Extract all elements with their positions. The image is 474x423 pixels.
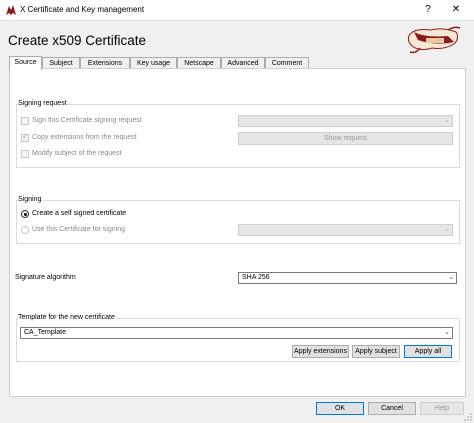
template-title: Template for the new certificate	[18, 314, 115, 321]
self-signed-label: Create a self signed certificate	[32, 210, 127, 217]
app-logo-icon	[6, 5, 16, 15]
signing-title: Signing	[18, 196, 42, 203]
tab-source[interactable]: Source	[9, 56, 42, 70]
help-titlebar-button[interactable]: ?	[414, 0, 442, 20]
scroll-logo-icon	[407, 26, 461, 54]
signing-request-select[interactable]: ⌄	[238, 115, 453, 127]
help-button[interactable]: Help	[420, 402, 464, 415]
template-value: CA_Template	[24, 329, 67, 336]
signature-algorithm-select[interactable]: SHA 256 ⌄	[238, 272, 457, 284]
checkmark-icon: ✓	[22, 132, 29, 141]
chevron-down-icon: ⌄	[448, 274, 454, 281]
close-icon: ✕	[451, 4, 461, 15]
signing-certificate-select[interactable]: ⌄	[238, 224, 453, 236]
page-title: Create x509 Certificate	[8, 33, 147, 48]
apply-extensions-button[interactable]: Apply extensions	[292, 345, 349, 358]
ok-button[interactable]: OK	[316, 402, 364, 415]
use-certificate-radio[interactable]	[21, 226, 29, 234]
copy-extensions-checkbox[interactable]: ✓	[21, 132, 29, 142]
radio-selected-dot	[23, 212, 27, 216]
template-select[interactable]: CA_Template ⌄	[20, 327, 453, 339]
show-request-button[interactable]: Show request	[238, 132, 453, 145]
chevron-down-icon: ⌄	[444, 329, 450, 336]
window-title: X Certificate and Key management	[20, 5, 145, 14]
signing-group	[16, 200, 460, 244]
chevron-down-icon: ⌄	[444, 226, 450, 233]
copy-extensions-label: Copy extensions from the request	[32, 134, 137, 141]
signing-request-title: Signing request	[18, 100, 67, 107]
close-window-button[interactable]: ✕	[442, 0, 470, 20]
self-signed-radio[interactable]	[21, 210, 29, 218]
apply-all-button[interactable]: Apply all	[404, 345, 452, 358]
sign-request-checkbox[interactable]	[21, 117, 29, 125]
sign-request-label: Sign this Certificate signing request	[32, 117, 142, 124]
apply-subject-button[interactable]: Apply subject	[352, 345, 400, 358]
chevron-down-icon: ⌄	[444, 117, 450, 124]
modify-subject-label: Modify subject of the request	[32, 150, 122, 157]
modify-subject-checkbox[interactable]	[21, 150, 29, 158]
cancel-button[interactable]: Cancel	[368, 402, 416, 415]
resize-grip-icon[interactable]	[464, 413, 472, 421]
signature-algorithm-value: SHA 256	[242, 274, 270, 281]
use-certificate-label: Use this Certificate for signing	[32, 226, 125, 233]
signature-algorithm-label: Signature algorithm	[15, 274, 76, 281]
